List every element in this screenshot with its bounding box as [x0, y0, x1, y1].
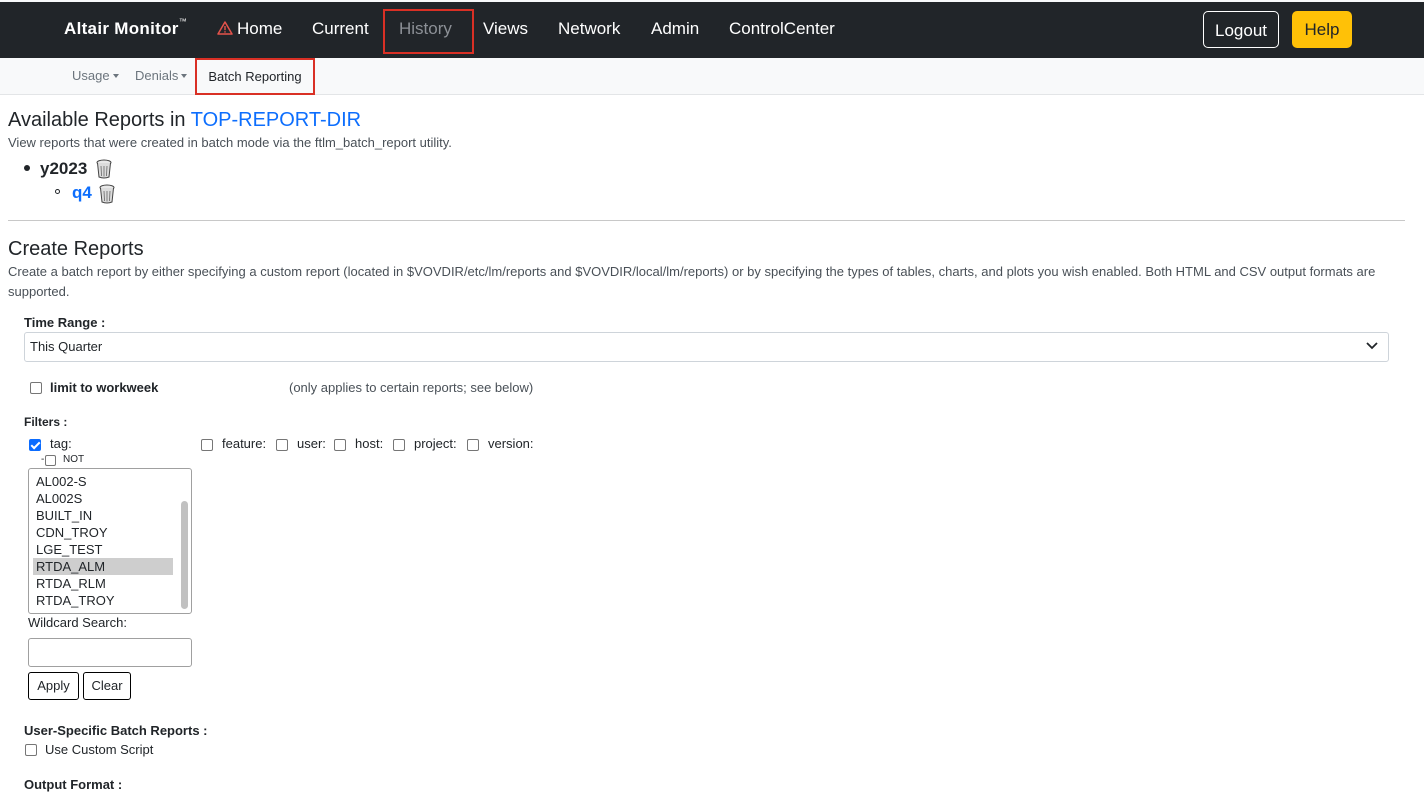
nav-home[interactable]: Home	[217, 19, 282, 39]
brand-logo[interactable]: Altair Monitor™	[64, 17, 188, 39]
version-filter-label: version:	[488, 436, 534, 451]
subnav-denials-label: Denials	[135, 68, 179, 83]
user-filter-checkbox[interactable]	[276, 439, 288, 451]
user-specific-label: User-Specific Batch Reports :	[24, 723, 208, 738]
not-checkbox[interactable]	[45, 455, 56, 466]
history-highlight-box	[383, 9, 474, 54]
nav-controlcenter[interactable]: ControlCenter	[729, 19, 835, 39]
subnav-batch-reporting[interactable]: Batch Reporting	[195, 58, 315, 95]
tree-year-label: y2023	[40, 159, 88, 178]
tree-quarter-link[interactable]: q4	[72, 183, 92, 203]
wildcard-search-input[interactable]	[28, 638, 192, 667]
trash-icon[interactable]	[99, 184, 115, 204]
not-label: NOT	[63, 454, 85, 465]
subnav-usage-label: Usage	[72, 68, 110, 83]
tag-option[interactable]: AL002S	[33, 490, 173, 507]
workweek-label: limit to workweek	[50, 380, 159, 395]
logout-button[interactable]: Logout	[1203, 11, 1279, 48]
custom-script-checkbox[interactable]	[25, 744, 37, 756]
apply-button[interactable]: Apply	[28, 672, 79, 700]
brand-text: Altair Monitor	[64, 19, 179, 38]
not-dash: -	[41, 454, 45, 465]
tag-filter-label: tag:	[50, 436, 72, 451]
time-range-select[interactable]: This Quarter	[24, 332, 1389, 362]
clear-button[interactable]: Clear	[83, 672, 131, 700]
wildcard-label: Wildcard Search:	[28, 615, 127, 630]
tree-bullet	[24, 165, 30, 171]
nav-views[interactable]: Views	[483, 19, 528, 39]
available-subtitle: View reports that were created in batch …	[8, 135, 452, 150]
warning-icon	[217, 21, 233, 35]
subnav-usage[interactable]: Usage	[72, 68, 119, 83]
tag-option[interactable]: CDN_TROY	[33, 524, 173, 541]
subnav-denials[interactable]: Denials	[135, 68, 188, 83]
tag-option[interactable]: LGE_TEST	[33, 541, 173, 558]
chevron-down-icon	[1366, 342, 1378, 350]
nav-admin[interactable]: Admin	[651, 19, 699, 39]
tag-option[interactable]: RTDA_RLM	[33, 575, 173, 592]
project-filter-checkbox[interactable]	[393, 439, 405, 451]
workweek-checkbox[interactable]	[30, 382, 42, 394]
version-filter-checkbox[interactable]	[467, 439, 479, 451]
tag-option[interactable]: RTDA_TROY	[33, 592, 173, 609]
top-report-dir-link[interactable]: TOP-REPORT-DIR	[191, 109, 361, 131]
tag-filter-checkbox[interactable]	[29, 439, 41, 451]
nav-home-label: Home	[237, 19, 283, 38]
tag-option[interactable]: BUILT_IN	[33, 507, 173, 524]
create-reports-description: Create a batch report by either specifyi…	[8, 264, 1376, 299]
filters-label: Filters :	[24, 415, 68, 429]
caret-down-icon	[112, 74, 119, 78]
time-range-value: This Quarter	[30, 339, 103, 354]
help-button[interactable]: Help	[1292, 11, 1352, 48]
feature-filter-label: feature:	[222, 436, 267, 451]
tree-sub-bullet	[55, 189, 60, 194]
top-navbar: Altair Monitor™ Home Current History Vie…	[0, 0, 1424, 58]
create-reports-title: Create Reports	[8, 238, 144, 260]
tag-option[interactable]: AL002-S	[33, 473, 173, 490]
tag-listbox[interactable]: AL002-S AL002S BUILT_IN CDN_TROY LGE_TES…	[28, 468, 192, 614]
output-format-label: Output Format :	[24, 777, 123, 792]
available-title-prefix: Available Reports in	[8, 109, 191, 131]
tag-option-selected[interactable]: RTDA_ALM	[33, 558, 173, 575]
caret-down-icon	[181, 74, 188, 78]
brand-trademark: ™	[178, 17, 188, 26]
section-divider	[8, 220, 1405, 221]
host-filter-checkbox[interactable]	[334, 439, 346, 451]
available-reports-title: Available Reports in TOP-REPORT-DIR	[8, 109, 361, 132]
trash-icon[interactable]	[96, 159, 112, 179]
custom-script-label: Use Custom Script	[45, 742, 154, 757]
listbox-scrollbar[interactable]	[181, 501, 188, 609]
nav-network[interactable]: Network	[558, 19, 620, 39]
time-range-label: Time Range :	[24, 315, 106, 330]
project-filter-label: project:	[414, 436, 457, 451]
host-filter-label: host:	[355, 436, 384, 451]
nav-current[interactable]: Current	[312, 19, 369, 39]
feature-filter-checkbox[interactable]	[201, 439, 213, 451]
user-filter-label: user:	[297, 436, 326, 451]
workweek-note: (only applies to certain reports; see be…	[289, 380, 534, 395]
